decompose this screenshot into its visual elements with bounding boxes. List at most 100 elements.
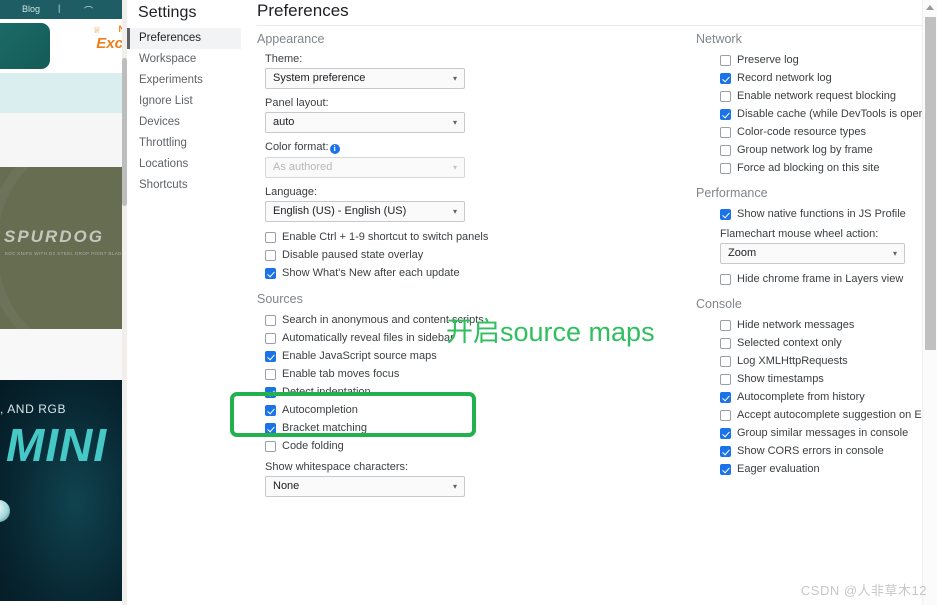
checkbox-selected-context-only[interactable]: Selected context only [696,334,937,352]
sidebar-item-devices[interactable]: Devices [127,112,241,133]
checkbox-label: Show What's New after each update [282,267,460,279]
checkbox-show-whats-new[interactable]: Show What's New after each update [241,264,586,282]
checkbox-enable-tab-moves-focus[interactable]: Enable tab moves focus [241,365,586,383]
checkbox-label: Automatically reveal files in sidebar [282,332,454,344]
sidebar-item-throttling[interactable]: Throttling [127,133,241,154]
checkbox-enable-network-request-blocking[interactable]: Enable network request blocking [696,87,937,105]
sidebar-item-label: Devices [139,116,180,128]
checkbox-box[interactable] [720,410,731,421]
checkbox-autocompletion[interactable]: Autocompletion [241,401,586,419]
checkbox-enable-ctrl-shortcut[interactable]: Enable Ctrl + 1-9 shortcut to switch pan… [241,228,586,246]
checkbox-label: Color-code resource types [737,126,867,138]
section-heading-sources: Sources [257,292,303,306]
sidebar-item-label: Locations [139,158,189,170]
checkbox-autocomplete-from-history[interactable]: Autocomplete from history [696,388,937,406]
background-banner-title: MINI [6,419,108,471]
flamechart-select[interactable]: Zoom [720,243,905,264]
checkbox-box[interactable] [265,405,276,416]
checkbox-force-ad-blocking[interactable]: Force ad blocking on this site [696,159,937,177]
checkbox-box[interactable] [720,145,731,156]
checkbox-label: Show timestamps [737,373,824,385]
panel-layout-select[interactable]: auto [265,112,465,133]
checkbox-box[interactable] [720,392,731,403]
checkbox-box[interactable] [720,374,731,385]
checkbox-box[interactable] [720,428,731,439]
checkbox-enable-javascript-source-maps[interactable]: Enable JavaScript source maps [241,347,586,365]
settings-sidebar: Settings Preferences Workspace Experimen… [127,0,241,605]
checkbox-show-cors-errors[interactable]: Show CORS errors in console [696,442,937,460]
info-icon[interactable]: i [329,144,340,154]
sidebar-item-experiments[interactable]: Experiments [127,70,241,91]
checkbox-hide-chrome-frame[interactable]: Hide chrome frame in Layers view [696,270,937,288]
checkbox-bracket-matching[interactable]: Bracket matching [241,419,586,437]
background-rgb-banner: , AND RGB MINI [0,380,127,601]
checkbox-eager-evaluation[interactable]: Eager evaluation [696,460,937,478]
section-heading-performance: Performance [696,186,768,200]
checkbox-code-folding[interactable]: Code folding [241,437,586,455]
background-navbar: Blog | ⌒ [0,0,127,19]
panel-layout-value: auto [273,116,295,128]
whitespace-select[interactable]: None [265,476,465,497]
checkbox-box[interactable] [720,127,731,138]
checkbox-box[interactable] [720,209,731,220]
checkbox-box[interactable] [265,351,276,362]
checkbox-preserve-log[interactable]: Preserve log [696,51,937,69]
sidebar-item-workspace[interactable]: Workspace [127,49,241,70]
checkbox-group-network-log-by-frame[interactable]: Group network log by frame [696,141,937,159]
checkbox-group-similar-messages[interactable]: Group similar messages in console [696,424,937,442]
checkbox-box[interactable] [265,333,276,344]
color-format-label-text: Color format: [265,141,329,153]
checkbox-disable-cache[interactable]: Disable cache (while DevTools is open) [696,105,937,123]
checkbox-label: Preserve log [737,54,799,66]
checkbox-hide-network-messages[interactable]: Hide network messages [696,316,937,334]
checkbox-box[interactable] [265,387,276,398]
checkbox-box[interactable] [720,446,731,457]
checkbox-auto-reveal-files[interactable]: Automatically reveal files in sidebar [241,329,586,347]
checkbox-box[interactable] [720,320,731,331]
language-select[interactable]: English (US) - English (US) [265,201,465,222]
checkbox-box[interactable] [265,232,276,243]
pane-scrollbar[interactable] [922,0,937,605]
devtools-settings-dialog: Settings Preferences Workspace Experimen… [127,0,937,605]
checkbox-box[interactable] [720,109,731,120]
checkbox-box[interactable] [720,274,731,285]
sidebar-item-ignore-list[interactable]: Ignore List [127,91,241,112]
sidebar-item-shortcuts[interactable]: Shortcuts [127,175,241,196]
sidebar-item-preferences[interactable]: Preferences [127,28,241,49]
checkbox-box[interactable] [720,356,731,367]
checkbox-box[interactable] [265,423,276,434]
checkbox-box[interactable] [265,315,276,326]
screenshot-root: Blog | ⌒ ♕ N Exc SPURDOG EDC KNIFE WITH … [0,0,937,605]
scrollbar-thumb[interactable] [925,17,936,350]
checkbox-disable-paused-overlay[interactable]: Disable paused state overlay [241,246,586,264]
checkbox-box[interactable] [720,55,731,66]
checkbox-show-native-functions[interactable]: Show native functions in JS Profile [696,205,937,223]
checkbox-accept-autocomplete-on-enter[interactable]: Accept autocomplete suggestion on Enter [696,406,937,424]
scroll-up-arrow-icon[interactable] [926,5,934,10]
checkbox-log-xmlhttprequests[interactable]: Log XMLHttpRequests [696,352,937,370]
theme-select[interactable]: System preference [265,68,465,89]
checkbox-box[interactable] [720,338,731,349]
checkbox-box[interactable] [265,250,276,261]
checkbox-label: Enable JavaScript source maps [282,350,437,362]
color-format-value: As authored [273,161,333,173]
checkbox-box[interactable] [720,73,731,84]
checkbox-show-timestamps[interactable]: Show timestamps [696,370,937,388]
sidebar-item-locations[interactable]: Locations [127,154,241,175]
whitespace-value: None [273,480,300,492]
color-format-select[interactable]: As authored [265,157,465,178]
checkbox-label: Hide network messages [737,319,855,331]
checkbox-box[interactable] [720,91,731,102]
checkbox-label: Enable network request blocking [737,90,896,102]
checkbox-box[interactable] [265,369,276,380]
checkbox-box[interactable] [720,163,731,174]
background-nav-blog: Blog [22,4,41,14]
checkbox-record-network-log[interactable]: Record network log [696,69,937,87]
checkbox-box[interactable] [720,464,731,475]
checkbox-detect-indentation[interactable]: Detect indentation [241,383,586,401]
checkbox-search-anonymous-scripts[interactable]: Search in anonymous and content scripts [241,311,586,329]
checkbox-color-code-resource-types[interactable]: Color-code resource types [696,123,937,141]
checkbox-box[interactable] [265,268,276,279]
checkbox-box[interactable] [265,441,276,452]
background-brand-tagline: EDC KNIFE WITH D2 STEEL DROP POINT BLADE [5,251,126,256]
